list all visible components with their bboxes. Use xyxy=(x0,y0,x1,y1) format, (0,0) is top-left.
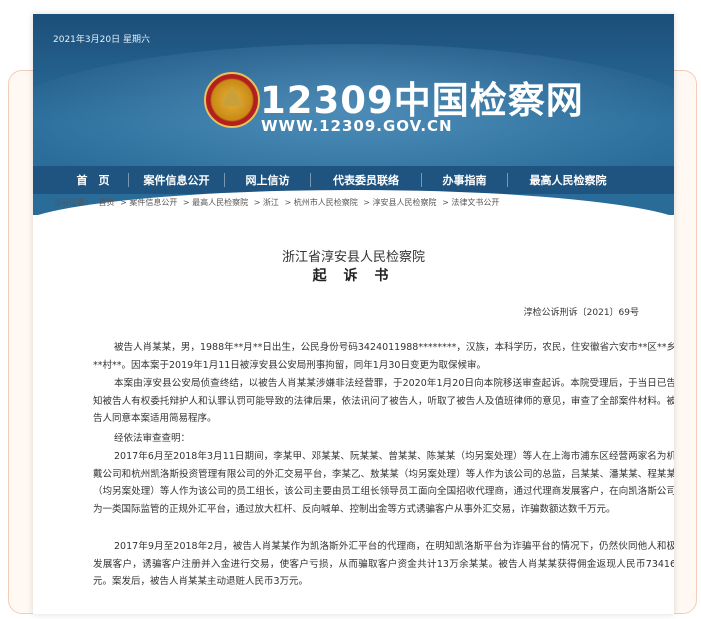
paragraph-facts-2: 2017年9月至2018年2月，被告人肖某某作为凯洛斯外汇平台的代理商，在明知凯… xyxy=(93,541,674,587)
breadcrumb-home[interactable]: 首页 xyxy=(99,198,115,207)
document-number: 淳检公诉刑诉〔2021〕69号 xyxy=(523,308,639,318)
nav-item-representatives[interactable]: 代表委员联络 xyxy=(311,172,421,188)
breadcrumb-chunan[interactable]: > 淳安县人民检察院 xyxy=(363,198,436,207)
national-emblem-icon xyxy=(204,72,260,128)
breadcrumb: 当前位置： 首页 > 案件信息公开 > 最高人民检察院 > 浙江 > 杭州市人民… xyxy=(53,197,502,208)
breadcrumb-legal-docs[interactable]: > 法律文书公开 xyxy=(442,198,499,207)
paragraph-findings-heading: 经依法审查查明： xyxy=(114,433,191,444)
nav-item-guide[interactable]: 办事指南 xyxy=(422,172,507,188)
paragraph-procedure: 本案由淳安县公安局侦查终结，以被告人肖某某涉嫌非法经营罪，于2020年1月20日… xyxy=(93,378,674,424)
court-name: 浙江省淳安县人民检察院 xyxy=(281,250,425,265)
paragraph-defendant: 被告人肖某某，男，1988年**月**日出生，公民身份号码3424011988*… xyxy=(93,342,674,371)
nav-item-case-info[interactable]: 案件信息公开 xyxy=(129,172,224,188)
document-card: 2021年3月20日 星期六 12309中国检察网 WWW.12309.GOV.… xyxy=(33,14,674,614)
breadcrumb-label: 当前位置： xyxy=(53,198,93,207)
current-date: 2021年3月20日 星期六 xyxy=(53,35,150,45)
breadcrumb-supreme[interactable]: > 最高人民检察院 xyxy=(183,198,248,207)
site-title[interactable]: 12309中国检察网 xyxy=(260,70,584,124)
site-url: WWW.12309.GOV.CN xyxy=(261,117,453,135)
paragraph-facts-1: 2017年6月至2018年3月11日期间，李某甲、邓某某、阮某某、曾某某、陈某某… xyxy=(93,451,674,515)
breadcrumb-hangzhou[interactable]: > 杭州市人民检察院 xyxy=(284,198,357,207)
nav-item-home[interactable]: 首 页 xyxy=(58,172,128,188)
document-title: 起 诉 书 xyxy=(312,268,395,284)
breadcrumb-case-info[interactable]: > 案件信息公开 xyxy=(120,198,177,207)
nav-item-supreme-procuratorate[interactable]: 最高人民检察院 xyxy=(508,172,628,188)
nav-item-petition[interactable]: 网上信访 xyxy=(225,172,310,188)
breadcrumb-zhejiang[interactable]: > 浙江 xyxy=(254,198,279,207)
